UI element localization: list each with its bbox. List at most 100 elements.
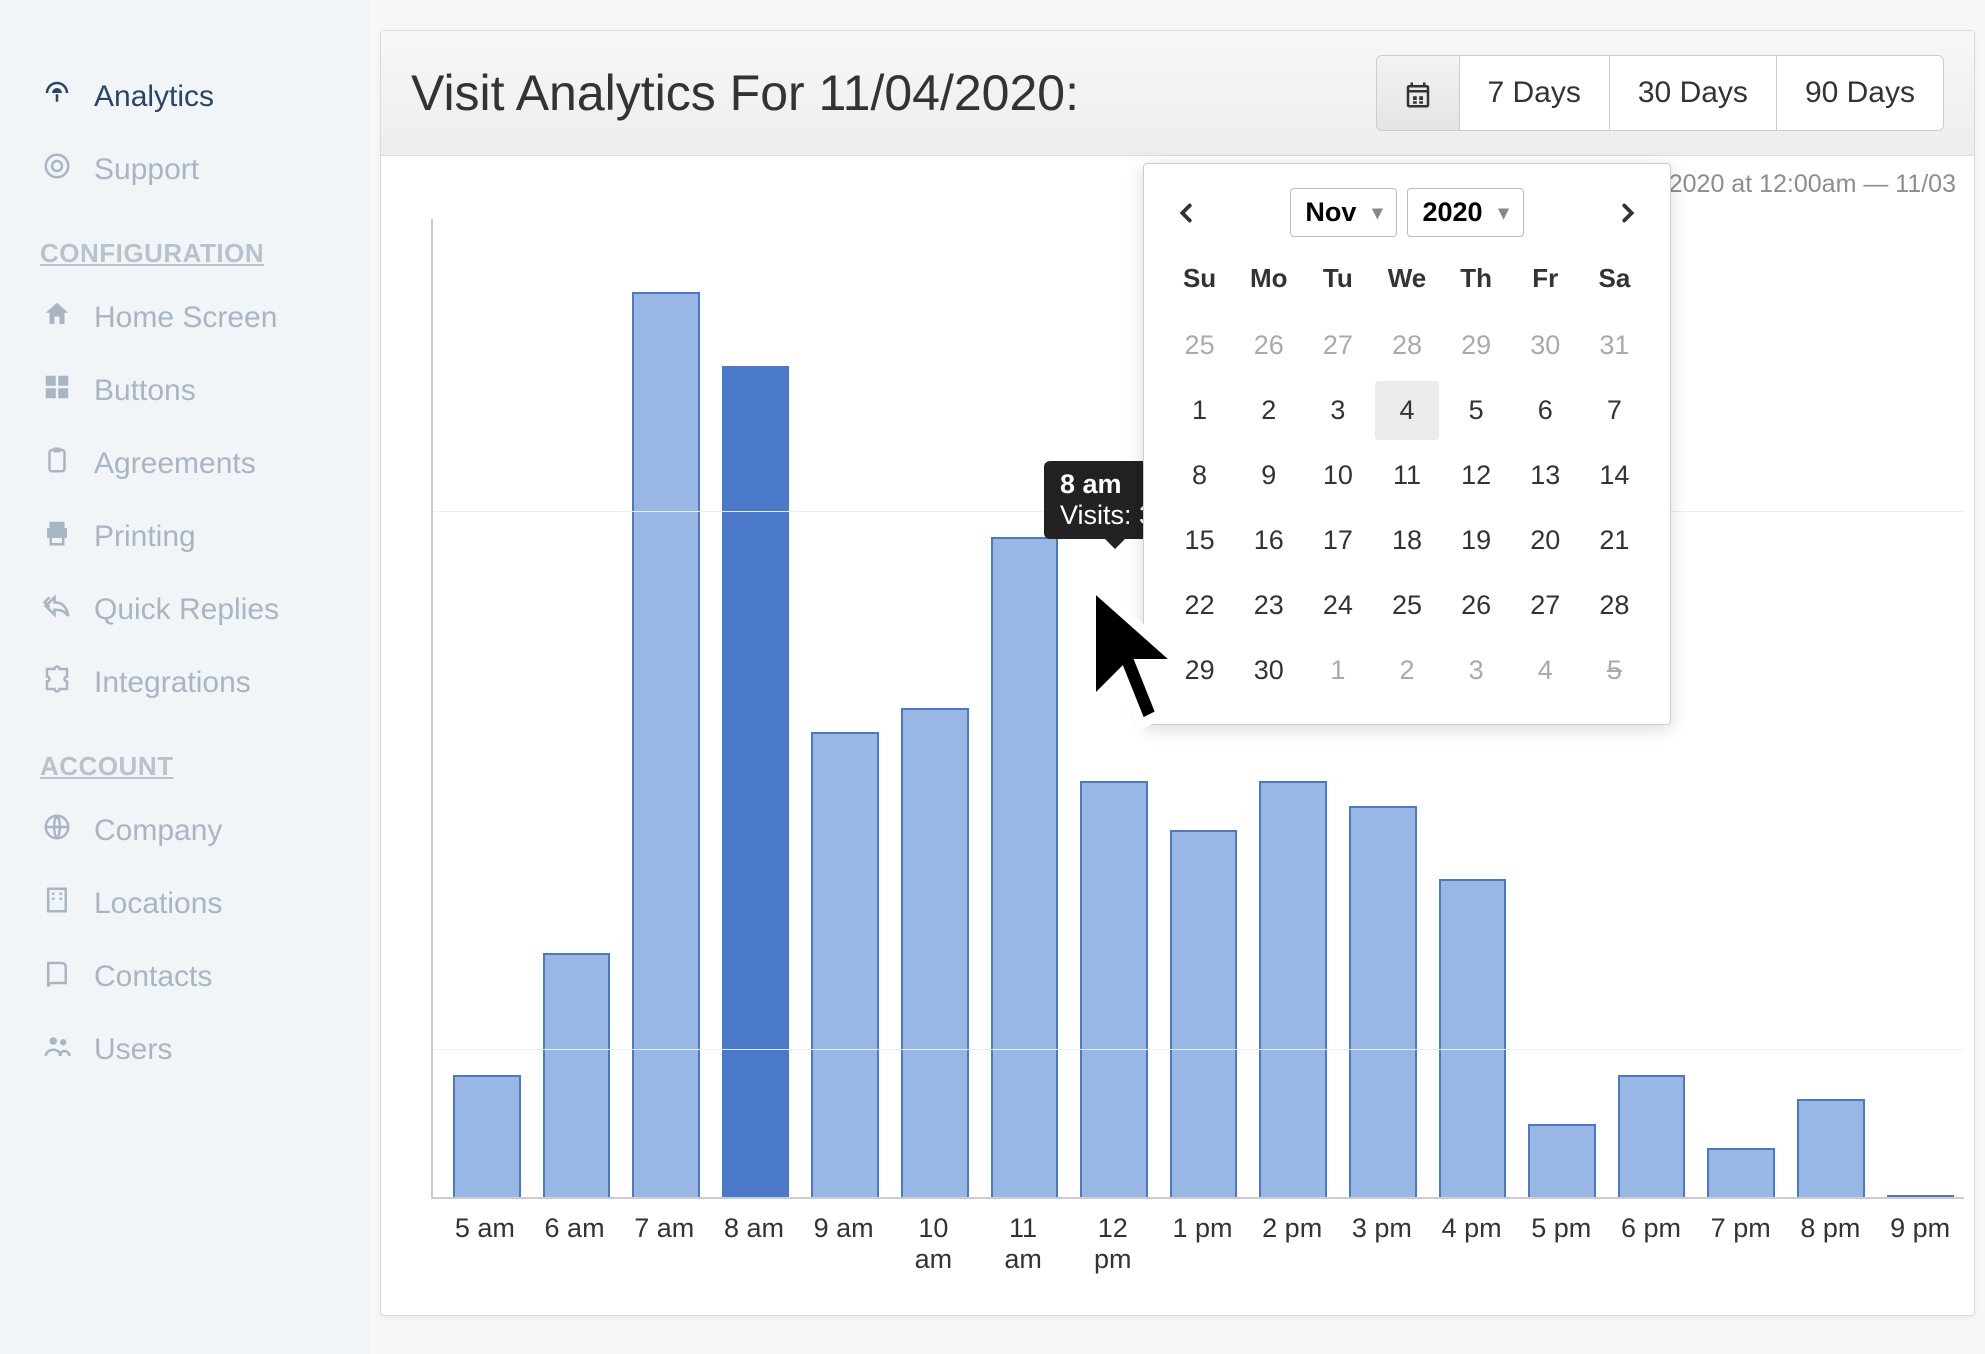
sidebar-item-support[interactable]: Support bbox=[40, 133, 330, 206]
datepicker-day[interactable]: 27 bbox=[1514, 576, 1577, 635]
datepicker-dow: Fr bbox=[1514, 253, 1577, 310]
datepicker-day[interactable]: 17 bbox=[1306, 511, 1369, 570]
range-30-days[interactable]: 30 Days bbox=[1610, 56, 1777, 130]
datepicker[interactable]: Nov ▾ 2020 ▾ SuMoTuWeThFrSa2526272829303… bbox=[1143, 163, 1671, 725]
datepicker-day[interactable]: 30 bbox=[1514, 316, 1577, 375]
datepicker-dow: Su bbox=[1168, 253, 1231, 310]
bar-12pm[interactable] bbox=[1080, 781, 1148, 1197]
datepicker-day[interactable]: 5 bbox=[1583, 641, 1646, 700]
datepicker-year-select[interactable]: 2020 ▾ bbox=[1407, 188, 1523, 237]
sidebar-item-label: Company bbox=[94, 814, 222, 848]
bar-4pm[interactable] bbox=[1439, 879, 1507, 1197]
page-title: Visit Analytics For 11/04/2020: bbox=[411, 64, 1079, 122]
sidebar-item-integrations[interactable]: Integrations bbox=[40, 646, 330, 719]
datepicker-day[interactable]: 1 bbox=[1306, 641, 1369, 700]
datepicker-dow: Sa bbox=[1583, 253, 1646, 310]
bar-8am[interactable] bbox=[722, 366, 790, 1197]
datepicker-day[interactable]: 10 bbox=[1306, 446, 1369, 505]
bar-5pm[interactable] bbox=[1528, 1124, 1596, 1197]
sidebar-item-locations[interactable]: Locations bbox=[40, 867, 330, 940]
datepicker-day[interactable]: 3 bbox=[1306, 381, 1369, 440]
datepicker-day[interactable]: 16 bbox=[1237, 511, 1300, 570]
datepicker-day[interactable]: 25 bbox=[1375, 576, 1438, 635]
bar-5am[interactable] bbox=[453, 1075, 521, 1197]
datepicker-day[interactable]: 26 bbox=[1445, 576, 1508, 635]
datepicker-day[interactable]: 27 bbox=[1306, 316, 1369, 375]
sidebar-item-agreements[interactable]: Agreements bbox=[40, 427, 330, 500]
datepicker-day[interactable]: 8 bbox=[1168, 446, 1231, 505]
range-7-days[interactable]: 7 Days bbox=[1460, 56, 1610, 130]
datepicker-day[interactable]: 2 bbox=[1237, 381, 1300, 440]
datepicker-day[interactable]: 1 bbox=[1168, 381, 1231, 440]
bar-9am[interactable] bbox=[811, 732, 879, 1197]
clipboard-icon bbox=[40, 445, 74, 482]
sidebar-item-analytics[interactable]: Analytics bbox=[40, 60, 330, 133]
datepicker-day[interactable]: 7 bbox=[1583, 381, 1646, 440]
calendar-button[interactable] bbox=[1377, 56, 1460, 130]
datepicker-day[interactable]: 6 bbox=[1514, 381, 1577, 440]
sidebar-item-quick-replies[interactable]: Quick Replies bbox=[40, 573, 330, 646]
sidebar-item-users[interactable]: Users bbox=[40, 1013, 330, 1086]
datepicker-day[interactable]: 21 bbox=[1583, 511, 1646, 570]
grid-icon bbox=[40, 372, 74, 409]
datepicker-next-month[interactable] bbox=[1610, 195, 1646, 231]
datepicker-day[interactable]: 20 bbox=[1514, 511, 1577, 570]
calendar-icon bbox=[1403, 80, 1433, 110]
sidebar-item-company[interactable]: Company bbox=[40, 794, 330, 867]
datepicker-day[interactable]: 2 bbox=[1375, 641, 1438, 700]
datepicker-day[interactable]: 4 bbox=[1375, 381, 1438, 440]
bar-3pm[interactable] bbox=[1349, 806, 1417, 1197]
bar-7am[interactable] bbox=[632, 292, 700, 1197]
datepicker-month-label: Nov bbox=[1305, 197, 1356, 228]
datepicker-dow: We bbox=[1375, 253, 1438, 310]
sidebar-item-home-screen[interactable]: Home Screen bbox=[40, 281, 330, 354]
sidebar-item-printing[interactable]: Printing bbox=[40, 500, 330, 573]
sidebar-item-label: Support bbox=[94, 153, 199, 187]
datepicker-day[interactable]: 13 bbox=[1514, 446, 1577, 505]
datepicker-prev-month[interactable] bbox=[1168, 195, 1204, 231]
datepicker-day[interactable]: 30 bbox=[1237, 641, 1300, 700]
date-range-group: 7 Days 30 Days 90 Days bbox=[1376, 55, 1945, 131]
x-tick: 9 pm bbox=[1886, 1213, 1954, 1275]
datepicker-day[interactable]: 3 bbox=[1445, 641, 1508, 700]
reply-icon bbox=[40, 591, 74, 628]
bar-2pm[interactable] bbox=[1259, 781, 1327, 1197]
bar-6pm[interactable] bbox=[1618, 1075, 1686, 1197]
datepicker-month-select[interactable]: Nov ▾ bbox=[1290, 188, 1397, 237]
bar-6am[interactable] bbox=[543, 953, 611, 1198]
bar-7pm[interactable] bbox=[1707, 1148, 1775, 1197]
datepicker-day[interactable]: 22 bbox=[1168, 576, 1231, 635]
bar-1pm[interactable] bbox=[1170, 830, 1238, 1197]
sidebar-item-buttons[interactable]: Buttons bbox=[40, 354, 330, 427]
datepicker-day[interactable]: 28 bbox=[1375, 316, 1438, 375]
datepicker-day[interactable]: 14 bbox=[1583, 446, 1646, 505]
datepicker-day[interactable]: 25 bbox=[1168, 316, 1231, 375]
datepicker-dow: Th bbox=[1445, 253, 1508, 310]
range-90-days[interactable]: 90 Days bbox=[1777, 56, 1943, 130]
x-tick: 5 pm bbox=[1527, 1213, 1595, 1275]
datepicker-day[interactable]: 9 bbox=[1237, 446, 1300, 505]
datepicker-day[interactable]: 26 bbox=[1237, 316, 1300, 375]
datepicker-day[interactable]: 31 bbox=[1583, 316, 1646, 375]
sidebar-item-label: Buttons bbox=[94, 374, 196, 408]
sidebar-item-contacts[interactable]: Contacts bbox=[40, 940, 330, 1013]
x-tick: 2 pm bbox=[1258, 1213, 1326, 1275]
datepicker-day[interactable]: 24 bbox=[1306, 576, 1369, 635]
datepicker-day[interactable]: 28 bbox=[1583, 576, 1646, 635]
bar-11am[interactable] bbox=[991, 537, 1059, 1197]
datepicker-day[interactable]: 5 bbox=[1445, 381, 1508, 440]
bar-8pm[interactable] bbox=[1797, 1099, 1865, 1197]
datepicker-day[interactable]: 15 bbox=[1168, 511, 1231, 570]
bar-10am[interactable] bbox=[901, 708, 969, 1197]
datepicker-day[interactable]: 29 bbox=[1445, 316, 1508, 375]
datepicker-day[interactable]: 11 bbox=[1375, 446, 1438, 505]
datepicker-day[interactable]: 23 bbox=[1237, 576, 1300, 635]
x-tick: 5 am bbox=[451, 1213, 519, 1275]
datepicker-day[interactable]: 19 bbox=[1445, 511, 1508, 570]
datepicker-day[interactable]: 4 bbox=[1514, 641, 1577, 700]
datepicker-day[interactable]: 12 bbox=[1445, 446, 1508, 505]
bar-9pm[interactable] bbox=[1887, 1195, 1955, 1197]
x-tick: 6 pm bbox=[1617, 1213, 1685, 1275]
datepicker-day[interactable]: 29 bbox=[1168, 641, 1231, 700]
datepicker-day[interactable]: 18 bbox=[1375, 511, 1438, 570]
